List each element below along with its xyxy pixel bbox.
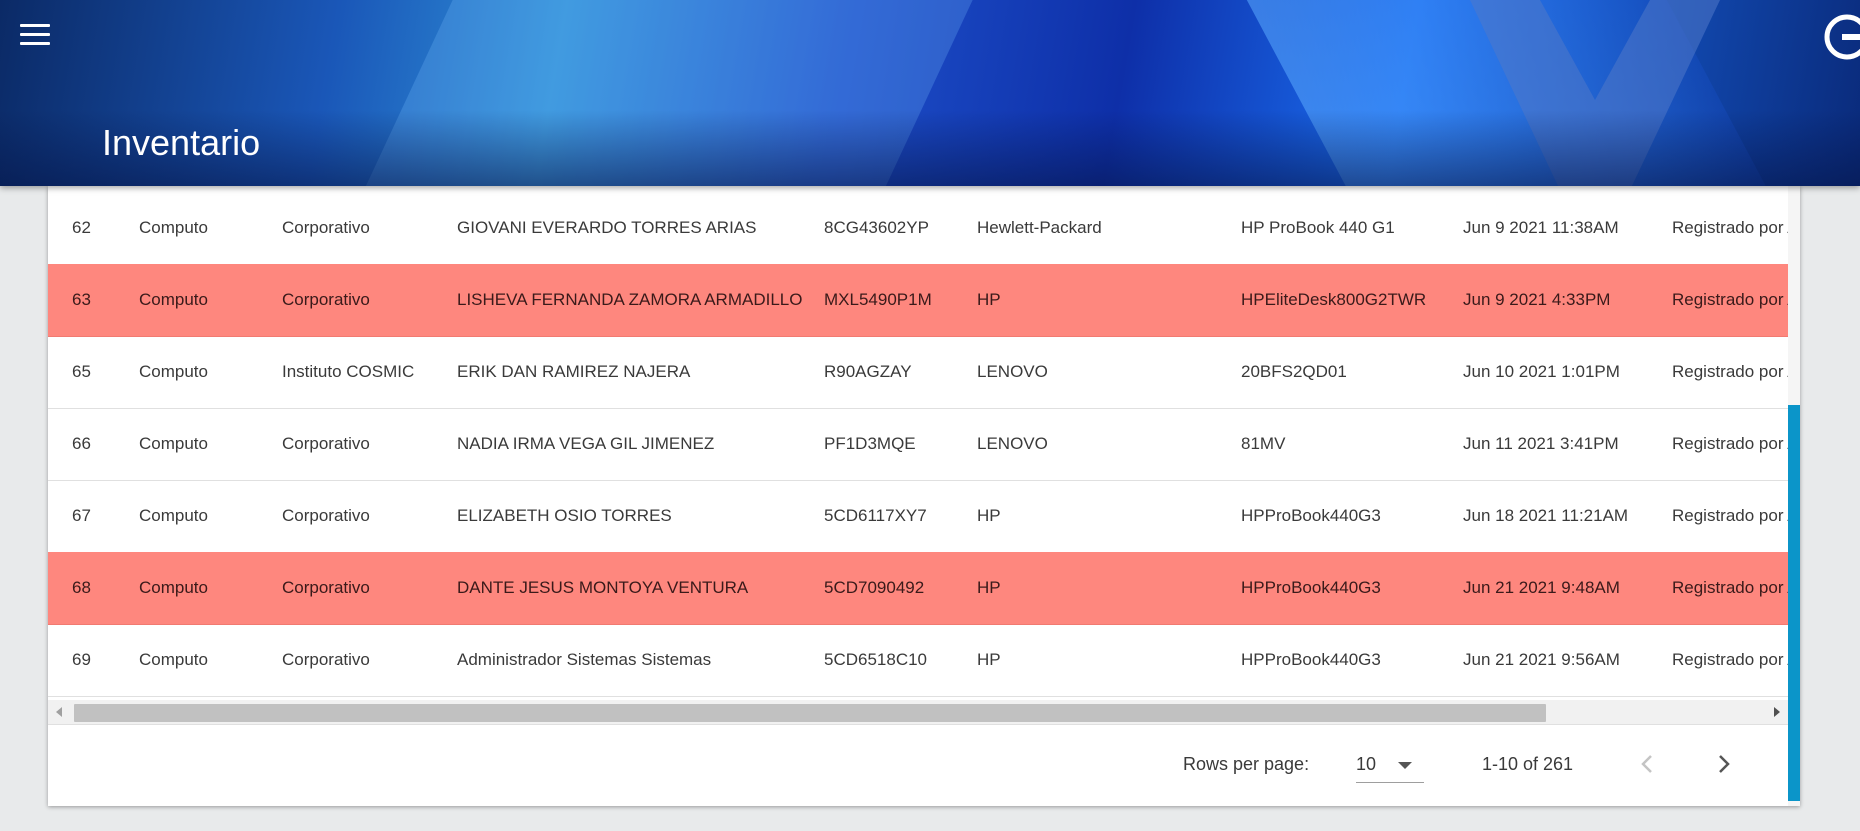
row-location-cell: Corporativo	[282, 434, 370, 453]
row-note-cell: Registrado por A	[1672, 650, 1788, 669]
row-type-cell: Computo	[139, 218, 208, 237]
row-note-cell: Registrado por A	[1672, 578, 1788, 597]
caret-down-icon	[1398, 762, 1412, 769]
inventory-table-card: 62 Computo Corporativo GIOVANI EVERARDO TOR…	[48, 186, 1800, 806]
row-type-cell: Computo	[139, 578, 208, 597]
row-location-cell: Corporativo	[282, 650, 370, 669]
scroll-left-arrow-icon[interactable]	[56, 707, 62, 717]
row-id-cell: 63	[72, 290, 91, 309]
row-model-cell: HP ProBook 440 G1	[1241, 218, 1395, 237]
row-location-cell: Corporativo	[282, 218, 370, 237]
row-user-cell: LISHEVA FERNANDA ZAMORA ARMADILLO	[457, 290, 803, 309]
row-model-cell: 81MV	[1241, 434, 1286, 453]
row-brand-cell: LENOVO	[977, 362, 1048, 381]
app-header: Inventario	[0, 0, 1860, 186]
horizontal-scrollbar-thumb[interactable]	[74, 704, 1546, 722]
row-id-cell: 66	[72, 434, 91, 453]
row-date-cell: Jun 18 2021 11:21AM	[1463, 506, 1629, 525]
row-type-cell: Computo	[139, 506, 208, 525]
row-type-cell: Computo	[139, 290, 208, 309]
row-user-cell: ERIK DAN RAMIREZ NAJERA	[457, 362, 691, 381]
page-title: Inventario	[102, 122, 261, 163]
row-model-cell: 20BFS2QD01	[1241, 362, 1347, 381]
row-location-cell: Corporativo	[282, 578, 370, 597]
rows-per-page-label: Rows per page:	[1183, 754, 1310, 774]
row-note-cell: Registrado por A	[1672, 362, 1788, 381]
row-serial-cell: 5CD7090492	[824, 578, 925, 597]
row-model-cell: HPProBook440G3	[1241, 650, 1381, 669]
row-serial-cell: 5CD6117XY7	[824, 506, 927, 525]
vertical-scrollbar-thumb[interactable]	[1788, 405, 1800, 801]
row-model-cell: HPProBook440G3	[1241, 506, 1381, 525]
row-user-cell: DANTE JESUS MONTOYA VENTURA	[457, 578, 749, 597]
table-pagination: Rows per page: 10 1-10 of 261	[48, 726, 1788, 806]
row-note-cell: Registrado por A	[1672, 218, 1788, 237]
table-row[interactable]: 63 Computo Corporativo LISHEVA FERNANDA ZAM…	[48, 264, 1788, 337]
row-location-cell: Instituto COSMIC	[282, 362, 415, 381]
row-id-cell: 68	[72, 578, 91, 597]
inventory-table: 62 Computo Corporativo GIOVANI EVERARDO TOR…	[48, 186, 1788, 700]
header-background-shade	[0, 110, 1860, 186]
row-date-cell: Jun 21 2021 9:48AM	[1463, 578, 1620, 597]
row-date-cell: Jun 9 2021 4:33PM	[1463, 290, 1611, 309]
row-brand-cell: HP	[977, 650, 1001, 669]
row-user-cell: GIOVANI EVERARDO TORRES ARIAS	[457, 218, 757, 237]
row-note-cell: Registrado por A	[1672, 290, 1788, 309]
row-date-cell: Jun 11 2021 3:41PM	[1463, 434, 1619, 453]
row-type-cell: Computo	[139, 434, 208, 453]
table-row[interactable]: 67 Computo Corporativo ELIZABETH OSIO TORRE…	[48, 480, 1788, 553]
next-page-button[interactable]	[1703, 744, 1743, 784]
row-brand-cell: Hewlett-Packard	[977, 218, 1102, 237]
logout-icon[interactable]	[1822, 12, 1860, 62]
row-serial-cell: PF1D3MQE	[824, 434, 916, 453]
row-serial-cell: 5CD6518C10	[824, 650, 928, 669]
row-brand-cell: HP	[977, 578, 1001, 597]
row-date-cell: Jun 9 2021 11:38AM	[1463, 218, 1619, 237]
row-id-cell: 65	[72, 362, 91, 381]
menu-icon[interactable]	[20, 24, 50, 46]
previous-page-button[interactable]	[1628, 744, 1668, 784]
row-brand-cell: LENOVO	[977, 434, 1048, 453]
row-serial-cell: MXL5490P1M	[824, 290, 932, 309]
vertical-scrollbar[interactable]	[1788, 186, 1800, 806]
row-note-cell: Registrado por A	[1672, 506, 1788, 525]
rows-per-page-value: 10	[1356, 754, 1377, 774]
rows-per-page-select[interactable]: 10	[1356, 746, 1424, 783]
row-date-cell: Jun 21 2021 9:56AM	[1463, 650, 1620, 669]
chevron-right-icon	[1719, 755, 1730, 773]
row-id-cell: 69	[72, 650, 91, 669]
row-location-cell: Corporativo	[282, 290, 370, 309]
row-serial-cell: R90AGZAY	[824, 362, 912, 381]
row-user-cell: Administrador Sistemas Sistemas	[457, 650, 712, 669]
table-row[interactable]: 62 Computo Corporativo GIOVANI EVERARDO TOR…	[48, 192, 1788, 265]
pagination-range: 1-10 of 261	[1482, 754, 1574, 774]
table-row[interactable]: 65 Computo Instituto COSMIC ERIK DAN RAMIRE…	[48, 336, 1788, 409]
row-id-cell: 62	[72, 218, 91, 237]
row-type-cell: Computo	[139, 362, 208, 381]
row-note-cell: Registrado por A	[1672, 434, 1788, 453]
table-row[interactable]: 69 Computo Corporativo Administrador Sistem…	[48, 624, 1788, 697]
chevron-left-icon	[1641, 755, 1652, 773]
row-user-cell: NADIA IRMA VEGA GIL JIMENEZ	[457, 434, 715, 453]
horizontal-scrollbar[interactable]	[48, 700, 1788, 725]
row-serial-cell: 8CG43602YP	[824, 218, 929, 237]
row-brand-cell: HP	[977, 506, 1001, 525]
row-type-cell: Computo	[139, 650, 208, 669]
table-row[interactable]: 68 Computo Corporativo DANTE JESUS MONTOYA …	[48, 552, 1788, 625]
row-date-cell: Jun 10 2021 1:01PM	[1463, 362, 1620, 381]
table-row[interactable]: 66 Computo Corporativo NADIA IRMA VEGA GIL …	[48, 408, 1788, 481]
row-user-cell: ELIZABETH OSIO TORRES	[457, 506, 672, 525]
row-location-cell: Corporativo	[282, 506, 370, 525]
row-brand-cell: HP	[977, 290, 1001, 309]
scroll-right-arrow-icon[interactable]	[1774, 707, 1780, 717]
row-id-cell: 67	[72, 506, 91, 525]
row-model-cell: HPProBook440G3	[1241, 578, 1381, 597]
row-model-cell: HPEliteDesk800G2TWR	[1241, 290, 1427, 309]
